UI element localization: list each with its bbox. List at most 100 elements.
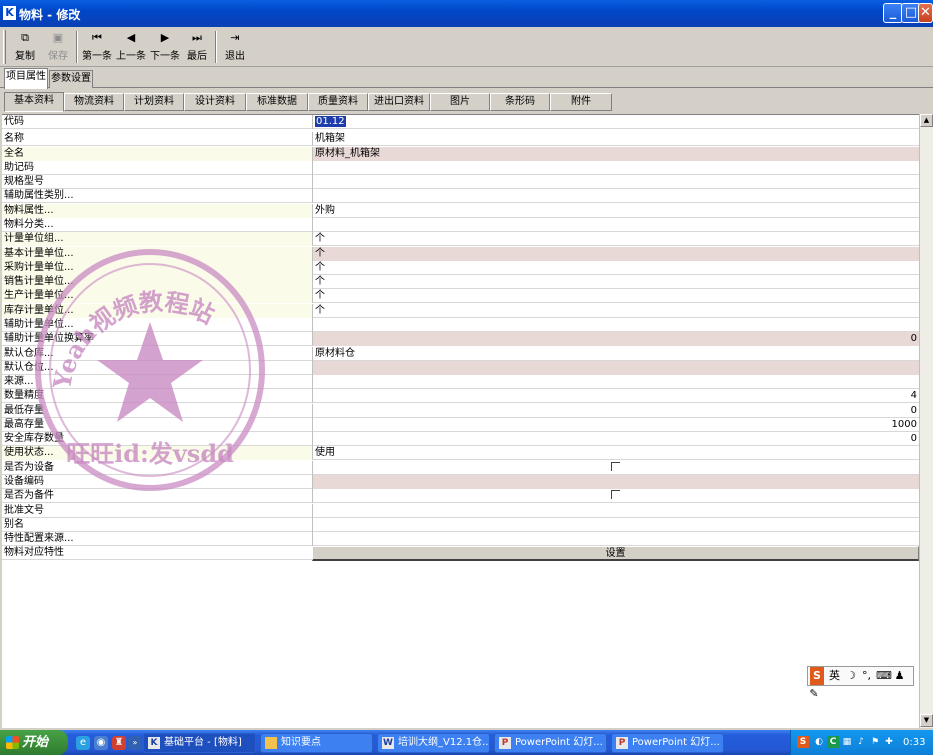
material-attr-field[interactable]: 外购 <box>312 204 919 218</box>
vertical-scrollbar[interactable]: ▲ ▼ <box>919 114 933 728</box>
grid-row-aux-rate[interactable]: 辅助计量单位换算率 0 <box>2 332 919 347</box>
aux-attr-field[interactable] <box>312 189 919 203</box>
grid-row-mnemonic[interactable]: 助记码 <box>2 161 919 176</box>
taskbar-item-powerpoint-2[interactable]: P PowerPoint 幻灯... <box>611 733 724 753</box>
feature-settings-button[interactable]: 设置 <box>312 546 919 561</box>
volume-icon[interactable]: ♪ <box>855 736 867 748</box>
aux-rate-field[interactable]: 0 <box>312 332 919 346</box>
taskbar-item-kingdee[interactable]: K 基础平台 - [物料] <box>143 733 256 753</box>
tab-item-properties[interactable]: 项目属性 <box>4 68 48 89</box>
tab-design[interactable]: 设计资料 <box>184 93 246 111</box>
next-record-button[interactable]: ▶ 下一条 <box>149 29 181 65</box>
tab-quality[interactable]: 质量资料 <box>308 93 368 111</box>
grid-row-max-stock[interactable]: 最高存量 1000 <box>2 418 919 433</box>
grid-row-usage-status[interactable]: 使用状态... 使用 <box>2 446 919 461</box>
grid-row-is-spare[interactable]: 是否为备件 <box>2 489 919 504</box>
network-icon[interactable]: ▦ <box>841 736 853 748</box>
grid-row-default-location[interactable]: 默认仓位... <box>2 361 919 376</box>
qty-precision-field[interactable]: 4 <box>312 389 919 403</box>
tab-planning[interactable]: 计划资料 <box>124 93 184 111</box>
grid-row-aux-attr[interactable]: 辅助属性类别... <box>2 189 919 204</box>
alias-field[interactable] <box>312 518 919 532</box>
min-stock-field[interactable]: 0 <box>312 404 919 418</box>
grid-row-category[interactable]: 物料分类... <box>2 218 919 233</box>
grid-row-unit-group[interactable]: 计量单位组... 个 <box>2 232 919 247</box>
tab-standard-data[interactable]: 标准数据 <box>246 93 308 111</box>
grid-row-is-equipment[interactable]: 是否为设备 <box>2 461 919 476</box>
tab-picture[interactable]: 图片 <box>430 93 490 111</box>
grid-row-equipment-code[interactable]: 设备编码 <box>2 475 919 490</box>
code-field[interactable]: 01.12 <box>312 115 919 129</box>
grid-row-approval-no[interactable]: 批准文号 <box>2 504 919 519</box>
scroll-up-arrow-icon[interactable]: ▲ <box>920 114 933 127</box>
category-field[interactable] <box>312 218 919 232</box>
is-spare-field[interactable] <box>312 489 919 503</box>
tab-barcode[interactable]: 条形码 <box>490 93 550 111</box>
is-equipment-field[interactable] <box>312 461 919 475</box>
stock-unit-field[interactable]: 个 <box>312 304 919 318</box>
minimize-button[interactable]: _ <box>883 3 903 23</box>
grid-row-min-stock[interactable]: 最低存量 0 <box>2 404 919 419</box>
safety-stock-field[interactable]: 0 <box>312 432 919 446</box>
grid-row-default-warehouse[interactable]: 默认仓库... 原材料仓 <box>2 347 919 362</box>
production-unit-field[interactable]: 个 <box>312 289 919 303</box>
default-location-field[interactable] <box>312 361 919 375</box>
grid-row-spec[interactable]: 规格型号 <box>2 175 919 190</box>
copy-button[interactable]: ⧉ 复制 <box>12 29 38 65</box>
grid-row-name[interactable]: 名称 机箱架 <box>2 132 919 147</box>
feature-source-field[interactable] <box>312 532 919 546</box>
spec-field[interactable] <box>312 175 919 189</box>
last-record-button[interactable]: ⏭ 最后 <box>184 29 210 65</box>
punctuation-icon[interactable]: °, <box>861 667 873 685</box>
grid-row-fullname[interactable]: 全名 原材料_机箱架 <box>2 147 919 162</box>
scroll-down-arrow-icon[interactable]: ▼ <box>920 714 933 727</box>
max-stock-field[interactable]: 1000 <box>312 418 919 432</box>
grid-row-safety-stock[interactable]: 安全库存数量 0 <box>2 432 919 447</box>
grid-row-feature-source[interactable]: 特性配置来源... <box>2 532 919 547</box>
tab-logistics[interactable]: 物流资料 <box>64 93 124 111</box>
clock[interactable]: 0:33 <box>903 730 925 755</box>
taskbar-item-word[interactable]: W 培训大纲_V12.1仓... <box>377 733 490 753</box>
unit-group-field[interactable]: 个 <box>312 232 919 246</box>
user-icon[interactable]: ♟ <box>894 667 906 685</box>
close-button[interactable]: ✕ <box>918 3 933 23</box>
update-icon[interactable]: ✚ <box>883 736 895 748</box>
taskbar-item-powerpoint-1[interactable]: P PowerPoint 幻灯... <box>494 733 607 753</box>
ime-lang-indicator[interactable]: 英 <box>828 667 842 685</box>
base-unit-field[interactable]: 个 <box>312 247 919 261</box>
moon-icon[interactable]: ☽ <box>845 667 857 685</box>
first-record-button[interactable]: ⏮ 第一条 <box>81 29 113 65</box>
grid-row-code[interactable]: 代码 01.12 <box>2 115 919 130</box>
usage-status-field[interactable]: 使用 <box>312 446 919 460</box>
exit-button[interactable]: ⇥ 退出 <box>222 29 248 65</box>
default-warehouse-field[interactable]: 原材料仓 <box>312 347 919 361</box>
tab-basic-info[interactable]: 基本资料 <box>4 92 64 112</box>
ie-icon[interactable]: e <box>76 736 90 750</box>
sogou-logo-icon[interactable]: S <box>810 667 824 685</box>
title-bar[interactable]: K 物料 - 修改 _ □ ✕ <box>0 0 933 27</box>
approval-no-field[interactable] <box>312 504 919 518</box>
sales-unit-field[interactable]: 个 <box>312 275 919 289</box>
aux-unit-field[interactable] <box>312 318 919 332</box>
ime-toolbar[interactable]: S 英 ☽ °, ⌨ ♟ ✎ <box>807 666 914 700</box>
wrench-icon[interactable]: ✎ <box>808 685 820 703</box>
tab-attachment[interactable]: 附件 <box>550 93 612 111</box>
grid-row-aux-unit[interactable]: 辅助计量单位... <box>2 318 919 333</box>
media-player-icon[interactable]: ◉ <box>94 736 108 750</box>
grid-row-stock-unit[interactable]: 库存计量单位... 个 <box>2 304 919 319</box>
source-field[interactable] <box>312 375 919 389</box>
save-button[interactable]: ▣ 保存 <box>45 29 71 65</box>
tab-parameter-settings[interactable]: 参数设置 <box>49 70 93 88</box>
keyboard-icon[interactable]: ⌨ <box>876 667 892 685</box>
grid-row-source[interactable]: 来源... <box>2 375 919 390</box>
security-icon[interactable]: ⚑ <box>869 736 881 748</box>
is-spare-checkbox[interactable] <box>611 490 620 499</box>
mnemonic-field[interactable] <box>312 161 919 175</box>
tab-import-export[interactable]: 进出口资料 <box>368 93 430 111</box>
quick-launch-icon[interactable]: ♜ <box>112 736 126 750</box>
expand-quicklaunch-icon[interactable]: » <box>128 736 142 750</box>
grid-row-qty-precision[interactable]: 数量精度 4 <box>2 389 919 404</box>
fullname-field[interactable]: 原材料_机箱架 <box>312 147 919 161</box>
sogou-tray-icon[interactable]: S <box>797 736 809 748</box>
name-field[interactable]: 机箱架 <box>312 132 919 146</box>
